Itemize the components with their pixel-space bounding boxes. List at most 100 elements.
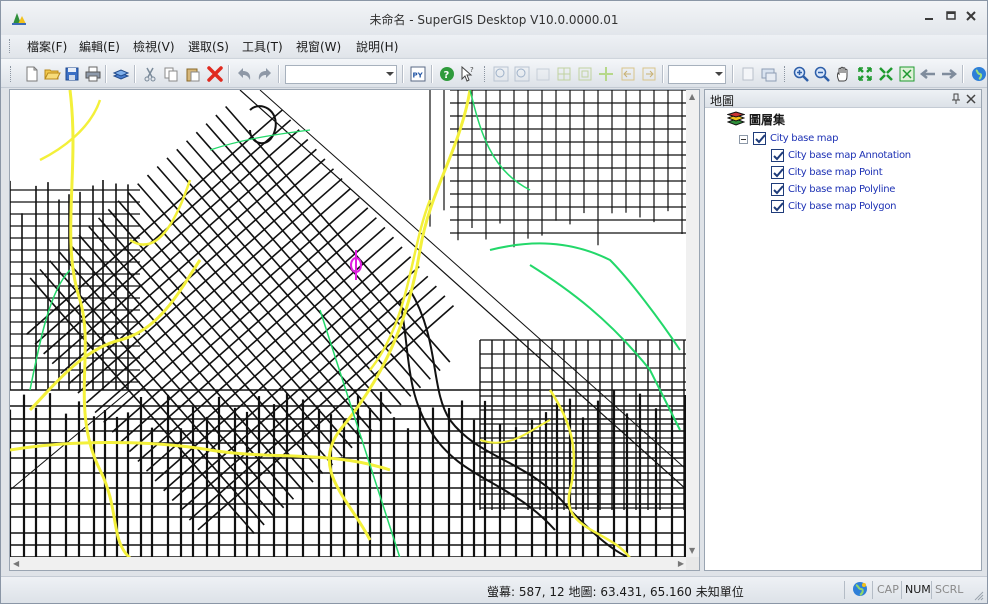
menu-tools[interactable]: 工具(T) bbox=[242, 38, 283, 55]
layer-label[interactable]: City base map Polyline bbox=[788, 184, 895, 195]
full-extent-grid-icon[interactable] bbox=[555, 65, 573, 83]
layer-label[interactable]: City base map Point bbox=[788, 167, 883, 178]
full-extent-icon[interactable] bbox=[856, 65, 874, 83]
zoom-layer-icon[interactable] bbox=[534, 65, 552, 83]
window-title: 未命名 - SuperGIS Desktop V10.0.0000.01 bbox=[369, 13, 619, 27]
open-folder-icon[interactable] bbox=[43, 65, 61, 83]
scroll-right-icon[interactable]: ▶ bbox=[678, 560, 684, 568]
title-bar: 未命名 - SuperGIS Desktop V10.0.0000.01 bbox=[1, 1, 987, 35]
layer-checkbox[interactable] bbox=[771, 183, 784, 196]
toolbar-grip[interactable] bbox=[784, 66, 787, 82]
copy-icon[interactable] bbox=[162, 65, 180, 83]
layer-label[interactable]: City base map Polygon bbox=[788, 201, 896, 212]
scale-combo[interactable] bbox=[285, 65, 397, 84]
toolbar: PY ? ? bbox=[1, 58, 987, 88]
print-icon[interactable] bbox=[84, 65, 102, 83]
zoom-to-layer-icon[interactable] bbox=[898, 65, 916, 83]
toolbar-separator bbox=[732, 65, 733, 83]
toolbar-separator bbox=[105, 65, 106, 83]
status-separator bbox=[844, 581, 845, 599]
cut-icon[interactable] bbox=[141, 65, 159, 83]
map-layers-panel: 地圖 圖層集 City base map City base map Annot… bbox=[704, 89, 982, 571]
zoom-in-icon[interactable] bbox=[792, 65, 810, 83]
scroll-corner bbox=[686, 557, 699, 570]
layer-checkbox[interactable] bbox=[771, 149, 784, 162]
pan-arrows-icon[interactable] bbox=[597, 65, 615, 83]
zoom-out-icon[interactable] bbox=[813, 65, 831, 83]
scroll-up-icon[interactable]: ▲ bbox=[689, 93, 695, 101]
menu-view[interactable]: 檢視(V) bbox=[133, 38, 175, 55]
zoom-in-fixed-icon[interactable] bbox=[492, 65, 510, 83]
menu-bar: 檔案(F) 編輯(E) 檢視(V) 選取(S) 工具(T) 視窗(W) 說明(H… bbox=[1, 35, 987, 57]
menu-file[interactable]: 檔案(F) bbox=[27, 38, 67, 55]
toolbar-separator bbox=[662, 65, 663, 83]
status-separator bbox=[872, 581, 873, 599]
city-base-map[interactable] bbox=[10, 90, 687, 558]
next-extent-icon[interactable] bbox=[940, 65, 958, 83]
forward-extent-icon[interactable] bbox=[640, 65, 658, 83]
status-separator bbox=[901, 581, 902, 599]
toolbar-separator bbox=[962, 65, 963, 83]
map-canvas[interactable] bbox=[10, 90, 687, 558]
menu-select[interactable]: 選取(S) bbox=[188, 38, 229, 55]
chevron-down-icon bbox=[386, 72, 394, 76]
layer-group-label[interactable]: City base map bbox=[770, 133, 838, 144]
layer-group-checkbox[interactable] bbox=[753, 132, 766, 145]
map-horizontal-scrollbar[interactable]: ◀ ▶ bbox=[10, 557, 687, 570]
map-view[interactable]: ▲ ▼ ◀ ▶ bbox=[9, 89, 700, 571]
zoom-to-center-icon[interactable] bbox=[877, 65, 895, 83]
scroll-left-icon[interactable]: ◀ bbox=[13, 560, 19, 568]
fixed-zoom-grid-icon[interactable] bbox=[576, 65, 594, 83]
paste-icon[interactable] bbox=[184, 65, 202, 83]
panel-title: 地圖 bbox=[710, 94, 735, 108]
close-button[interactable] bbox=[961, 10, 981, 26]
panel-close-icon[interactable] bbox=[966, 93, 976, 104]
new-document-icon[interactable] bbox=[23, 65, 41, 83]
layer-label[interactable]: City base map Annotation bbox=[788, 150, 911, 161]
undo-icon[interactable] bbox=[235, 65, 253, 83]
back-extent-icon[interactable] bbox=[619, 65, 637, 83]
resize-grip-icon[interactable] bbox=[974, 590, 984, 601]
svg-text:?: ? bbox=[470, 66, 474, 74]
add-layer-icon[interactable] bbox=[112, 65, 130, 83]
panel-header: 地圖 bbox=[705, 90, 981, 108]
scroll-lock-indicator: SCRL bbox=[935, 583, 964, 596]
chevron-down-icon bbox=[715, 72, 723, 76]
menu-window[interactable]: 視窗(W) bbox=[296, 38, 341, 55]
layout-view-icon[interactable] bbox=[760, 65, 778, 83]
layer-checkbox[interactable] bbox=[771, 200, 784, 213]
collapse-icon[interactable] bbox=[739, 135, 748, 144]
menu-grip[interactable] bbox=[9, 39, 12, 53]
cap-lock-indicator: CAP bbox=[877, 583, 899, 596]
map-vertical-scrollbar[interactable]: ▲ ▼ bbox=[686, 90, 699, 558]
pan-icon[interactable] bbox=[834, 65, 852, 83]
toolbar-separator bbox=[402, 65, 403, 83]
zoom-out-fixed-icon[interactable] bbox=[513, 65, 531, 83]
layer-checkbox[interactable] bbox=[771, 166, 784, 179]
layout-page-icon[interactable] bbox=[739, 65, 757, 83]
coordinate-readout: 螢幕: 587, 12 地圖: 63.431, 65.160 未知單位 bbox=[487, 585, 744, 599]
redo-icon[interactable] bbox=[256, 65, 274, 83]
status-bar: 螢幕: 587, 12 地圖: 63.431, 65.160 未知單位 CAP … bbox=[1, 576, 987, 603]
scroll-down-icon[interactable]: ▼ bbox=[689, 547, 695, 555]
delete-icon[interactable] bbox=[206, 65, 224, 83]
save-icon[interactable] bbox=[63, 65, 81, 83]
toolbar-separator bbox=[228, 65, 229, 83]
layer-stack-icon bbox=[726, 111, 746, 127]
maximize-button[interactable] bbox=[941, 10, 961, 26]
minimize-button[interactable] bbox=[919, 10, 939, 26]
toolbar-grip[interactable] bbox=[10, 66, 13, 82]
pin-icon[interactable] bbox=[951, 93, 961, 105]
globe-icon[interactable] bbox=[852, 581, 868, 597]
help-icon[interactable]: ? bbox=[438, 65, 456, 83]
zoom-combo[interactable] bbox=[668, 65, 726, 84]
menu-help[interactable]: 說明(H) bbox=[356, 38, 398, 55]
previous-extent-icon[interactable] bbox=[919, 65, 937, 83]
toolbar-grip[interactable] bbox=[484, 66, 487, 82]
toolbar-separator bbox=[134, 65, 135, 83]
menu-edit[interactable]: 編輯(E) bbox=[79, 38, 120, 55]
select-pointer-icon[interactable]: ? bbox=[458, 65, 476, 83]
python-icon[interactable]: PY bbox=[409, 65, 427, 83]
app-window: 未命名 - SuperGIS Desktop V10.0.0000.01 檔案(… bbox=[0, 0, 988, 604]
globe-tool-icon[interactable] bbox=[968, 65, 986, 83]
